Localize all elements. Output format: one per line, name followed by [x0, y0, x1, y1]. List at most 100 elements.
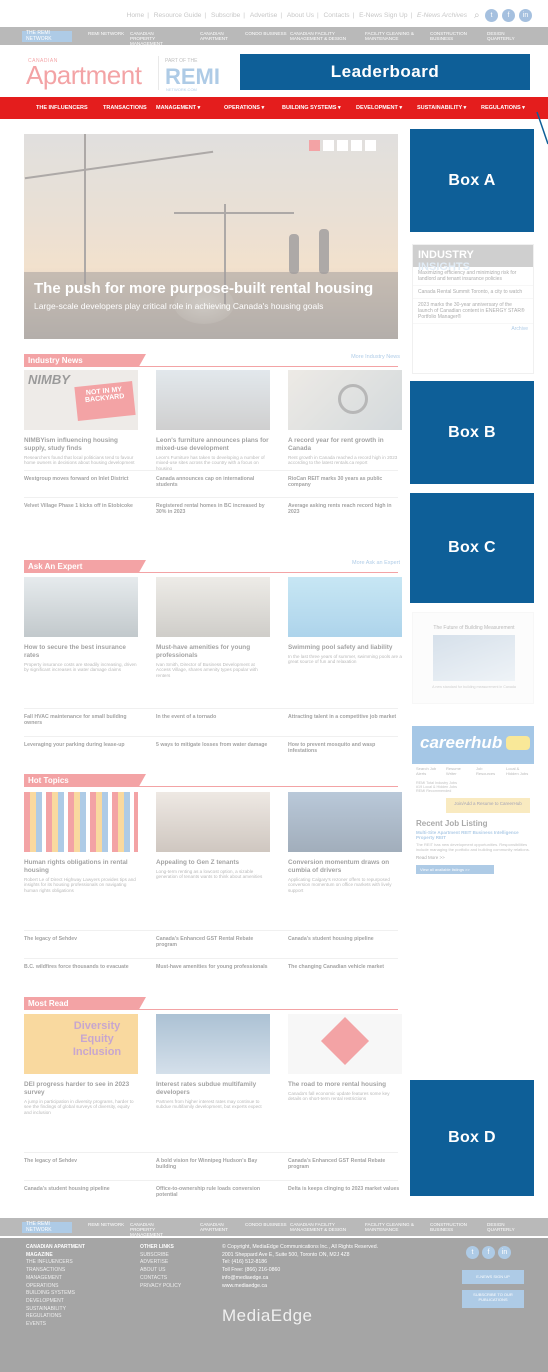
top-link-about[interactable]: About Us: [287, 12, 314, 19]
nav-regulations[interactable]: REGULATIONS ▾: [481, 105, 525, 111]
most-read-card[interactable]: Interest rates subdue multifamily develo…: [156, 1014, 270, 1110]
most-read-card[interactable]: The road to more rental housing Canada's…: [288, 1014, 402, 1102]
website-link[interactable]: www.mediaedge.ca: [222, 1283, 378, 1291]
news-link[interactable]: Canada announces cap on international st…: [156, 476, 270, 489]
top-link-home[interactable]: Home: [127, 12, 145, 19]
hot-topic-title[interactable]: Appealing to Gen Z tenants: [156, 859, 270, 867]
post-resume-button[interactable]: Join/Add a Resume to CareerHub: [446, 798, 530, 813]
network-item[interactable]: CANADIAN FACILITY MANAGEMENT & DESIGN: [290, 1222, 350, 1232]
twitter-icon[interactable]: t: [466, 1246, 479, 1259]
expert-card-title[interactable]: Swimming pool safety and liability: [288, 644, 402, 652]
most-read-card[interactable]: Diversity Equity Inclusion DEI progress …: [24, 1014, 138, 1115]
hot-topic-link[interactable]: The legacy of Sehdev: [24, 936, 138, 942]
hot-topic-card[interactable]: Human rights obligations in rental housi…: [24, 792, 138, 893]
nav-sustainability[interactable]: SUSTAINABILITY ▾: [417, 105, 466, 111]
subscribe-publications-button[interactable]: SUBSCRIBE TO OUR PUBLICATIONS: [462, 1290, 524, 1308]
nav-transactions[interactable]: TRANSACTIONS: [103, 105, 147, 111]
most-read-link[interactable]: Delta is keeps clinging to 2023 market v…: [288, 1186, 402, 1192]
remi-network-logo[interactable]: THE REMI NETWORK: [22, 30, 72, 42]
nav-building-systems[interactable]: BUILDING SYSTEMS ▾: [282, 105, 341, 111]
network-item[interactable]: REMI NETWORK: [88, 31, 134, 36]
news-card[interactable]: A record year for rent growth in Canada …: [288, 370, 402, 466]
network-item[interactable]: DESIGN QUARTERLY: [487, 1222, 533, 1232]
slider-dot[interactable]: [323, 140, 334, 151]
footer-link[interactable]: CONTACTS: [140, 1275, 181, 1283]
insights-item[interactable]: Maximizing efficiency and minimizing ris…: [413, 267, 533, 286]
site-logo[interactable]: CANADIAN Apartment PART OF THE REMI NETW…: [26, 54, 236, 96]
insights-item[interactable]: Canada Rental Summit Toronto, a city to …: [413, 286, 533, 299]
footer-link[interactable]: EVENTS: [26, 1321, 106, 1329]
hot-topic-link[interactable]: The changing Canadian vehicle market: [288, 964, 402, 970]
top-link-advertise[interactable]: Advertise: [250, 12, 278, 19]
linkedin-icon[interactable]: in: [498, 1246, 511, 1259]
twitter-icon[interactable]: t: [485, 9, 498, 22]
news-link[interactable]: Westgroup moves forward on Inlet Distric…: [24, 476, 138, 482]
most-read-link[interactable]: Canada's Enhanced GST Rental Rebate prog…: [288, 1158, 402, 1171]
expert-link[interactable]: Attracting talent in a competitive job m…: [288, 714, 402, 720]
news-link[interactable]: Average asking rents reach record high i…: [288, 503, 402, 516]
footer-link[interactable]: PRIVACY POLICY: [140, 1283, 181, 1291]
footer-link[interactable]: ABOUT US: [140, 1267, 181, 1275]
hero-title[interactable]: The push for more purpose-built rental h…: [34, 280, 373, 297]
footer-link[interactable]: SUBSCRIBE: [140, 1252, 181, 1260]
leaderboard-ad[interactable]: Leaderboard: [240, 54, 530, 90]
expert-link[interactable]: Fall HVAC maintenance for small building…: [24, 714, 138, 727]
news-card[interactable]: Leon's furniture announces plans for mix…: [156, 370, 270, 471]
expert-link[interactable]: 5 ways to mitigate losses from water dam…: [156, 742, 270, 748]
mediaedge-logo[interactable]: MediaEdge: [222, 1306, 313, 1326]
careerhub-tab[interactable]: Local & Hidden Jobs: [506, 766, 530, 776]
facebook-icon[interactable]: f: [502, 9, 515, 22]
news-card-title[interactable]: A record year for rent growth in Canada: [288, 437, 402, 453]
network-item[interactable]: CANADIAN APARTMENT: [200, 1222, 246, 1232]
network-item[interactable]: FACILITY CLEANING & MAINTENANCE: [365, 31, 421, 41]
news-card-title[interactable]: NIMBYism influencing housing supply, stu…: [24, 437, 138, 453]
careerhub-banner[interactable]: careerhub: [412, 726, 534, 764]
expert-card[interactable]: Swimming pool safety and liability In th…: [288, 577, 402, 665]
network-item[interactable]: REMI NETWORK: [88, 1222, 134, 1227]
network-item[interactable]: CANADIAN PROPERTY MANAGEMENT: [130, 1222, 176, 1237]
top-link-contacts[interactable]: Contacts: [324, 12, 350, 19]
network-item[interactable]: CONSTRUCTION BUSINESS: [430, 31, 476, 41]
read-more-link[interactable]: Read More >>: [412, 852, 534, 863]
network-item[interactable]: FACILITY CLEANING & MAINTENANCE: [365, 1222, 421, 1232]
expert-link[interactable]: Leveraging your parking during lease-up: [24, 742, 138, 748]
box-b-ad[interactable]: Box B: [410, 381, 534, 484]
building-measurement-ad[interactable]: The Future of Building Measurement A new…: [412, 612, 534, 704]
footer-link[interactable]: DEVELOPMENT: [26, 1298, 106, 1306]
careerhub-tab[interactable]: Search Job Alerts: [416, 766, 440, 776]
slider-dot[interactable]: [309, 140, 320, 151]
industry-news-more-link[interactable]: More Industry News: [351, 354, 400, 360]
expert-card[interactable]: How to secure the best insurance rates P…: [24, 577, 138, 673]
linkedin-icon[interactable]: in: [519, 9, 532, 22]
footer-link[interactable]: OPERATIONS: [26, 1283, 106, 1291]
most-read-title[interactable]: DEI progress harder to see in 2023 surve…: [24, 1081, 138, 1097]
nav-operations[interactable]: OPERATIONS ▾: [224, 105, 264, 111]
footer-link[interactable]: THE INFLUENCERS: [26, 1259, 106, 1267]
hot-topic-title[interactable]: Human rights obligations in rental housi…: [24, 859, 138, 875]
top-link-resource-guide[interactable]: Resource Guide: [154, 12, 202, 19]
insights-archive-link[interactable]: Archive: [413, 324, 533, 334]
network-item[interactable]: CONSTRUCTION BUSINESS: [430, 1222, 476, 1232]
careerhub-tab[interactable]: Job Resources: [476, 766, 500, 776]
network-item[interactable]: CANADIAN PROPERTY MANAGEMENT: [130, 31, 176, 46]
news-link[interactable]: RioCan REIT marks 30 years as public com…: [288, 476, 402, 489]
hot-topic-link[interactable]: Canada's student housing pipeline: [288, 936, 402, 942]
email-link[interactable]: info@mediaedge.ca: [222, 1275, 378, 1283]
footer-link[interactable]: SUSTAINABILITY: [26, 1306, 106, 1314]
top-link-enews-signup[interactable]: E-News Sign Up: [359, 12, 407, 19]
hot-topic-card[interactable]: Appealing to Gen Z tenants Long-term ren…: [156, 792, 270, 880]
remi-network-logo[interactable]: THE REMI NETWORK: [22, 1221, 72, 1233]
insights-item[interactable]: 2023 marks the 30-year anniversary of th…: [413, 299, 533, 324]
box-d-ad[interactable]: Box D: [410, 1080, 534, 1196]
hot-topic-card[interactable]: Conversion momentum draws on cumbia of d…: [288, 792, 402, 893]
top-link-subscribe[interactable]: Subscribe: [211, 12, 240, 19]
network-item[interactable]: CONDO BUSINESS: [245, 31, 291, 36]
nav-development[interactable]: DEVELOPMENT ▾: [356, 105, 402, 111]
most-read-link[interactable]: The legacy of Sehdev: [24, 1158, 138, 1164]
footer-link[interactable]: REGULATIONS: [26, 1313, 106, 1321]
nav-management[interactable]: MANAGEMENT ▾: [156, 105, 200, 111]
facebook-icon[interactable]: f: [482, 1246, 495, 1259]
nav-influencers[interactable]: THE INFLUENCERS: [36, 105, 88, 111]
expert-card-title[interactable]: Must-have amenities for young profession…: [156, 644, 270, 660]
box-c-ad[interactable]: Box C: [410, 493, 534, 603]
